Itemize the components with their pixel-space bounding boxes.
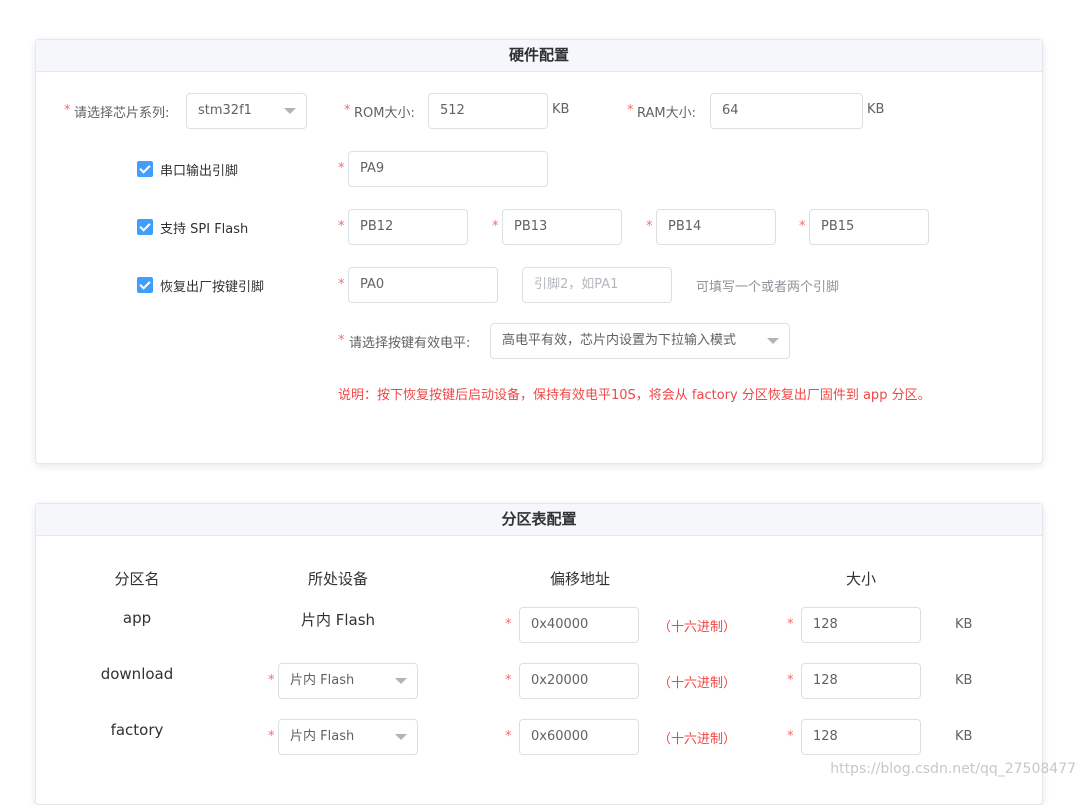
required-mark: * [492,219,499,234]
required-mark: * [646,219,653,234]
header-size: 大小 [845,570,876,588]
hex-label: （十六进制） [658,676,737,691]
ram-unit: KB [867,102,885,117]
spi-checkbox[interactable] [137,219,153,235]
header-device: 所处设备 [307,570,368,588]
level-select[interactable]: 高电平有效，芯片内设置为下拉输入模式 [490,323,790,359]
reset-label: 恢复出厂按键引脚 [160,280,265,295]
chevron-down-icon [395,734,407,740]
required-mark: * [338,161,345,176]
reset-checkbox[interactable] [137,277,153,293]
device-select-download[interactable]: 片内 Flash [278,663,418,699]
reset-pin-hint: 可填写一个或者两个引脚 [696,280,840,295]
required-mark: * [799,219,806,234]
header-offset: 偏移地址 [549,570,610,588]
chevron-down-icon [284,108,296,114]
required-mark: * [338,333,345,348]
chip-series-label: 请选择芯片系列: [74,106,170,121]
partition-device-app: 片内 Flash [300,611,376,629]
ram-label: RAM大小: [637,106,696,121]
required-mark: * [787,729,794,744]
rom-unit: KB [552,102,570,117]
partition-config-card: 分区表配置 分区名 所处设备 偏移地址 大小 app 片内 Flash * 0x… [35,503,1043,805]
rom-label: ROM大小: [354,106,415,121]
required-mark: * [505,673,512,688]
reset-description: 说明：按下恢复按键后启动设备，保持有效电平10S，将会从 factory 分区恢… [338,388,931,403]
spi-pin-input[interactable]: PB13 [502,209,622,245]
spi-label: 支持 SPI Flash [160,222,249,237]
uart-label: 串口输出引脚 [160,164,239,179]
size-unit: KB [955,729,973,744]
size-unit: KB [955,617,973,632]
partition-name-download: download [100,665,174,683]
ram-size-input[interactable]: 64 [710,93,863,129]
required-mark: * [505,617,512,632]
chevron-down-icon [395,678,407,684]
required-mark: * [268,729,275,744]
partition-name-factory: factory [110,721,164,739]
chip-series-select[interactable]: stm32f1 [186,93,307,129]
reset-pin1-input[interactable]: PA0 [348,267,498,303]
required-mark: * [344,103,351,118]
offset-input-app[interactable]: 0x40000 [519,607,639,643]
device-value: 片内 Flash [290,673,355,688]
watermark-text: https://blog.csdn.net/qq_27508477 [830,761,1076,777]
uart-checkbox[interactable] [137,161,153,177]
header-partition-name: 分区名 [114,570,160,588]
chip-series-value: stm32f1 [198,103,252,118]
size-input-factory[interactable]: 128 [801,719,921,755]
level-value: 高电平有效，芯片内设置为下拉输入模式 [502,333,737,348]
rom-size-input[interactable]: 512 [428,93,548,129]
required-mark: * [64,103,71,118]
partition-name-app: app [122,609,152,627]
required-mark: * [505,729,512,744]
hex-label: （十六进制） [658,732,737,747]
offset-input-download[interactable]: 0x20000 [519,663,639,699]
required-mark: * [627,103,634,118]
size-unit: KB [955,673,973,688]
chevron-down-icon [767,338,779,344]
hardware-config-title: 硬件配置 [36,40,1042,72]
offset-input-factory[interactable]: 0x60000 [519,719,639,755]
device-select-factory[interactable]: 片内 Flash [278,719,418,755]
required-mark: * [787,617,794,632]
size-input-download[interactable]: 128 [801,663,921,699]
spi-pin-input[interactable]: PB12 [348,209,468,245]
required-mark: * [338,277,345,292]
hex-label: （十六进制） [658,620,737,635]
required-mark: * [268,673,275,688]
spi-pin-input[interactable]: PB15 [809,209,929,245]
uart-pin-input[interactable]: PA9 [348,151,548,187]
level-label: 请选择按键有效电平: [349,336,471,351]
device-value: 片内 Flash [290,729,355,744]
required-mark: * [787,673,794,688]
size-input-app[interactable]: 128 [801,607,921,643]
spi-pin-input[interactable]: PB14 [656,209,776,245]
partition-config-title: 分区表配置 [36,504,1042,536]
hardware-config-card: 硬件配置 * 请选择芯片系列: stm32f1 * ROM大小: 512 KB … [35,39,1043,464]
required-mark: * [338,219,345,234]
reset-pin2-input[interactable]: 引脚2，如PA1 [522,267,672,303]
